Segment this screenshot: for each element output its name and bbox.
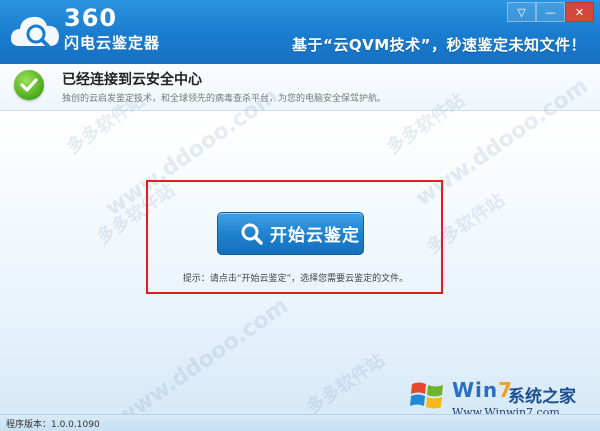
check-icon (14, 70, 44, 100)
footer-bar: 程序版本：1.0.0.1090 (0, 414, 600, 431)
win7-brand-cn: 系统之家 (508, 387, 576, 407)
search-icon (241, 223, 263, 245)
cloud-search-logo-icon (10, 16, 59, 48)
window-controls: ▽ — ✕ (507, 2, 594, 22)
close-button[interactable]: ✕ (565, 2, 594, 22)
connection-status-bar: 已经连接到云安全中心 独创的云启发鉴定技术，和全球领先的病毒查杀平台，为您的电脑… (0, 64, 600, 111)
version-text: 程序版本：1.0.0.1090 (6, 420, 100, 430)
win7-brand: Win7 (452, 378, 513, 402)
start-cloud-check-button[interactable]: 开始云鉴定 (217, 212, 364, 255)
status-title: 已经连接到云安全中心 (62, 72, 202, 88)
app-window: 360 闪电云鉴定器 基于“云QVM技术”，秒速鉴定未知文件！ ▽ — ✕ 已经… (0, 0, 600, 431)
watermark-url: www.ddooo.com (111, 293, 293, 431)
title-bar: 360 闪电云鉴定器 基于“云QVM技术”，秒速鉴定未知文件！ ▽ — ✕ (0, 0, 600, 64)
logo-number: 360 (64, 4, 118, 32)
slogan: 基于“云QVM技术”，秒速鉴定未知文件！ (291, 36, 586, 54)
minimize-button[interactable]: — (536, 2, 565, 22)
hint-text: 提示：请点击“开始云鉴定”，选择您需要云鉴定的文件。 (182, 274, 409, 284)
windows-flag-icon (410, 382, 443, 409)
watermark-cn: 多多软件站 (302, 349, 389, 419)
start-button-label: 开始云鉴定 (270, 226, 360, 246)
win7-brand-prefix: Win (452, 378, 499, 402)
menu-dropdown-button[interactable]: ▽ (507, 2, 536, 22)
app-name: 闪电云鉴定器 (64, 34, 161, 52)
